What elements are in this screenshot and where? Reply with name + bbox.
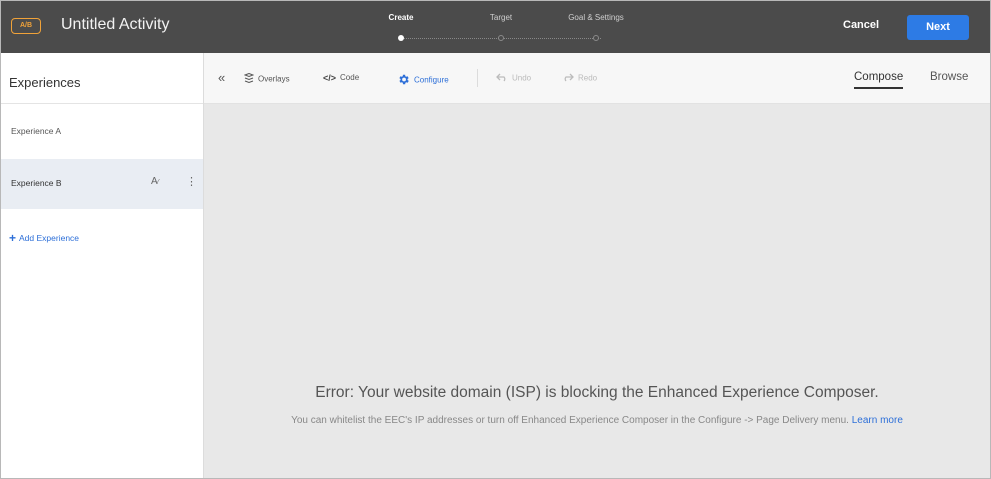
top-bar: A/B Untitled Activity Create Target Goal… xyxy=(1,1,990,53)
experience-item-b[interactable]: Experience B A⁄ ⋮ xyxy=(1,159,203,209)
next-button[interactable]: Next xyxy=(907,15,969,40)
add-experience-button[interactable]: + Add Experience xyxy=(9,231,79,245)
redo-icon xyxy=(562,73,574,84)
experience-label: Experience A xyxy=(11,126,62,136)
step-create[interactable]: Create xyxy=(389,13,414,22)
code-icon: </> xyxy=(323,73,337,83)
undo-icon xyxy=(496,73,508,84)
workflow-steps: Create Target Goal & Settings xyxy=(389,13,624,43)
configure-label: Configure xyxy=(414,75,449,85)
cancel-button[interactable]: Cancel xyxy=(843,19,879,31)
editor-toolbar: « Overlays </> Code Configure Undo Redo C xyxy=(204,53,990,104)
layers-icon xyxy=(243,72,255,86)
experience-label: Experience B xyxy=(11,178,62,188)
app-window: A/B Untitled Activity Create Target Goal… xyxy=(0,0,991,479)
redo-button[interactable]: Redo xyxy=(562,73,597,84)
code-button[interactable]: </> Code xyxy=(323,73,359,83)
undo-label: Undo xyxy=(512,73,532,83)
add-experience-label: Add Experience xyxy=(19,233,80,243)
composer-canvas: Error: Your website domain (ISP) is bloc… xyxy=(204,104,990,478)
experiences-heading: Experiences xyxy=(9,75,81,90)
error-message: You can whitelist the EEC's IP addresses… xyxy=(204,415,990,427)
tab-compose[interactable]: Compose xyxy=(854,71,904,89)
error-title: Error: Your website domain (ISP) is bloc… xyxy=(315,384,879,401)
rename-icon[interactable]: A⁄ xyxy=(151,176,159,187)
learn-more-link[interactable]: Learn more xyxy=(852,415,903,426)
overlays-label: Overlays xyxy=(258,74,290,84)
step-goal-settings[interactable]: Goal & Settings xyxy=(568,13,624,22)
tab-browse[interactable]: Browse xyxy=(930,71,968,83)
activity-type-badge: A/B xyxy=(11,18,41,34)
undo-button[interactable]: Undo xyxy=(496,73,531,84)
experiences-sidebar: Experiences Experience A Experience B A⁄… xyxy=(1,53,204,478)
collapse-sidebar-icon[interactable]: « xyxy=(218,70,225,85)
overlays-button[interactable]: Overlays xyxy=(243,72,290,86)
code-label: Code xyxy=(340,73,360,83)
experience-item-a[interactable]: Experience A xyxy=(1,107,203,157)
toolbar-divider xyxy=(477,69,478,87)
activity-title[interactable]: Untitled Activity xyxy=(61,16,169,34)
gear-icon xyxy=(397,73,410,88)
plus-icon: + xyxy=(9,231,17,245)
step-goal-settings-dot xyxy=(593,35,599,41)
error-description: You can whitelist the EEC's IP addresses… xyxy=(291,415,849,426)
sidebar-divider xyxy=(1,103,203,104)
step-target[interactable]: Target xyxy=(490,13,512,22)
configure-button[interactable]: Configure xyxy=(397,73,449,88)
step-target-dot xyxy=(498,35,504,41)
redo-label: Redo xyxy=(578,73,598,83)
step-create-dot xyxy=(398,35,404,41)
more-options-icon[interactable]: ⋮ xyxy=(186,175,197,188)
